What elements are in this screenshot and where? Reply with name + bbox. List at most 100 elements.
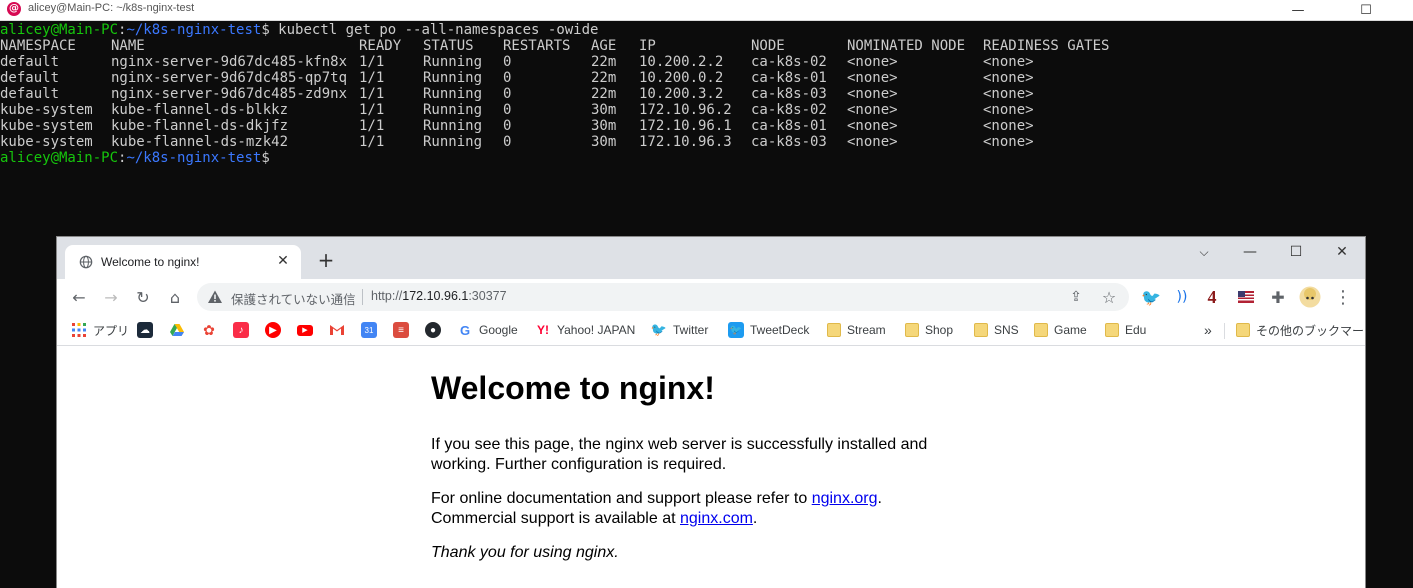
nginx-org-link[interactable]: nginx.org — [812, 490, 878, 507]
bookmark-label: SNS — [994, 323, 1019, 337]
table-cell: kube-flannel-ds-mzk42 — [111, 134, 289, 150]
other-bookmarks[interactable]: その他のブックマーク — [1236, 321, 1365, 339]
extensions-puzzle-icon[interactable]: ✚ — [1266, 285, 1290, 309]
table-cell: <none> — [983, 54, 1034, 70]
thanks-paragraph: Thank you for using nginx. — [431, 543, 991, 563]
terminal-command: kubectl get po --all-namespaces -owide — [269, 22, 599, 38]
address-bar[interactable]: 保護されていない通信 http://172.10.96.1:30377 ⇪ ☆ — [197, 283, 1129, 311]
page-viewport: Welcome to nginx! If you see this page, … — [57, 346, 1365, 588]
bookmark-folder-game[interactable]: Game — [1034, 321, 1087, 339]
tab-search-chevron-icon[interactable]: ⌵ — [1181, 237, 1227, 267]
table-cell: default — [0, 70, 60, 86]
home-icon[interactable]: ⌂ — [163, 285, 187, 309]
bookmark-github[interactable]: ● — [425, 321, 447, 339]
table-cell: <none> — [847, 70, 898, 86]
menu-kebab-icon[interactable]: ⋮ — [1331, 285, 1355, 309]
table-cell: <none> — [847, 134, 898, 150]
bookmark-label: アプリ — [93, 323, 130, 338]
folder-icon — [827, 323, 841, 337]
bookmark-photos[interactable]: ✿ — [201, 321, 223, 339]
url-host: 172.10.96.1 — [402, 289, 469, 303]
bookmarks-divider — [1224, 323, 1225, 339]
table-cell: kube-system — [0, 134, 93, 150]
table-cell: Running — [423, 86, 483, 102]
table-cell: kube-system — [0, 102, 93, 118]
url-port: :30377 — [468, 289, 507, 303]
url-text[interactable]: http://172.10.96.1:30377 — [371, 289, 507, 303]
back-arrow-icon[interactable]: ← — [67, 285, 91, 309]
close-tab-icon[interactable]: ✕ — [275, 253, 291, 269]
bookmark-ytmusic[interactable]: ▶ — [265, 321, 287, 339]
bookmarks-bar: アプリ ☁ ✿ ♪ ▶ ▶ 31 ≡ ● G Google Y! Yahoo! JA… — [57, 315, 1365, 346]
not-secure-label[interactable]: 保護されていない通信 — [231, 289, 356, 308]
table-cell: 0 — [503, 102, 512, 118]
extension-badge-icon[interactable]: 4 — [1200, 285, 1224, 309]
close-window-icon[interactable]: ✕ — [1319, 237, 1365, 267]
table-cell: ca-k8s-03 — [751, 134, 827, 150]
profile-avatar[interactable] — [1298, 285, 1322, 309]
bookmark-label: Stream — [847, 323, 886, 337]
support-text: For online documentation and support ple… — [431, 490, 812, 507]
table-cell: 30m — [591, 118, 617, 134]
warning-icon[interactable] — [207, 289, 223, 305]
bookmark-yahoo[interactable]: Y! Yahoo! JAPAN — [535, 321, 635, 339]
minimize-icon[interactable]: — — [1227, 237, 1273, 267]
tab-nginx[interactable]: Welcome to nginx! ✕ — [65, 245, 301, 279]
bookmark-folder-sns[interactable]: SNS — [974, 321, 1019, 339]
youtube-icon: ▶ — [297, 324, 313, 336]
maximize-icon[interactable]: ☐ — [1343, 0, 1389, 20]
page-heading: Welcome to nginx! — [431, 370, 715, 406]
kubectl-table: NAMESPACE NAME READY STATUS RESTARTS AGE IP NOD… — [0, 38, 1413, 150]
bookmark-gmail[interactable] — [329, 321, 351, 339]
bookmark-folder-stream[interactable]: Stream — [827, 321, 886, 339]
table-cell: ca-k8s-01 — [751, 70, 827, 86]
bookmark-cloud[interactable]: ☁ — [137, 321, 159, 339]
bookmark-todoist[interactable]: ≡ — [393, 321, 415, 339]
url-scheme: http:// — [371, 289, 403, 303]
support-text: . — [877, 490, 882, 507]
prompt-dollar: $ — [261, 150, 270, 166]
table-cell: 1/1 — [359, 118, 385, 134]
bookmark-tweetdeck[interactable]: 🐦 TweetDeck — [728, 321, 809, 339]
minimize-icon[interactable]: — — [1275, 0, 1321, 20]
forward-arrow-icon[interactable]: → — [99, 285, 123, 309]
bookmark-drive[interactable] — [169, 321, 191, 339]
table-cell: 1/1 — [359, 54, 385, 70]
new-tab-button[interactable]: + — [315, 249, 337, 271]
globe-icon — [79, 255, 93, 269]
bookmark-google[interactable]: G Google — [457, 321, 518, 339]
table-header-cell: NAME — [111, 38, 145, 54]
bookmark-youtube[interactable]: ▶ — [297, 321, 319, 339]
bookmark-folder-edu[interactable]: Edu — [1105, 321, 1146, 339]
yahoo-icon: Y! — [537, 323, 549, 337]
bookmark-twitter[interactable]: 🐦 Twitter — [651, 321, 708, 339]
reload-icon[interactable]: ↻ — [131, 285, 155, 309]
terminal-output[interactable]: alicey@Main-PC:~/k8s-nginx-test$ kubectl… — [0, 22, 1413, 237]
bookmark-calendar[interactable]: 31 — [361, 321, 383, 339]
table-cell: kube-flannel-ds-blkkz — [111, 102, 289, 118]
twitter-extension-icon[interactable]: 🐦 — [1139, 285, 1163, 309]
terminal-prompt-line: alicey@Main-PC:~/k8s-nginx-test$ — [0, 150, 1413, 166]
terminal-command-line: alicey@Main-PC:~/k8s-nginx-test$ kubectl… — [0, 22, 1413, 38]
bookmark-apps[interactable]: アプリ — [71, 321, 129, 339]
audio-extension-icon[interactable]: )) — [1170, 285, 1194, 309]
bookmark-label: Edu — [1125, 323, 1147, 337]
nginx-com-link[interactable]: nginx.com — [680, 510, 753, 527]
terminal-titlebar: @ alicey@Main-PC: ~/k8s-nginx-test — ☐ — [0, 0, 1413, 21]
us-flag-extension-icon[interactable] — [1234, 285, 1258, 309]
google-photos-icon: ✿ — [203, 321, 215, 338]
maximize-icon[interactable]: ☐ — [1273, 237, 1319, 267]
table-cell: kube-flannel-ds-dkjfz — [111, 118, 289, 134]
terminal-title: alicey@Main-PC: ~/k8s-nginx-test — [28, 2, 195, 14]
bookmark-star-icon[interactable]: ☆ — [1099, 287, 1119, 307]
bookmark-folder-shop[interactable]: Shop — [905, 321, 953, 339]
table-cell: Running — [423, 134, 483, 150]
table-cell: 22m — [591, 86, 617, 102]
table-cell: <none> — [847, 86, 898, 102]
table-cell: 10.200.3.2 — [639, 86, 724, 102]
table-cell: 0 — [503, 134, 512, 150]
table-cell: 30m — [591, 102, 617, 118]
share-icon[interactable]: ⇪ — [1066, 287, 1086, 307]
bookmark-music[interactable]: ♪ — [233, 321, 255, 339]
more-bookmarks-button[interactable]: » — [1204, 321, 1212, 339]
